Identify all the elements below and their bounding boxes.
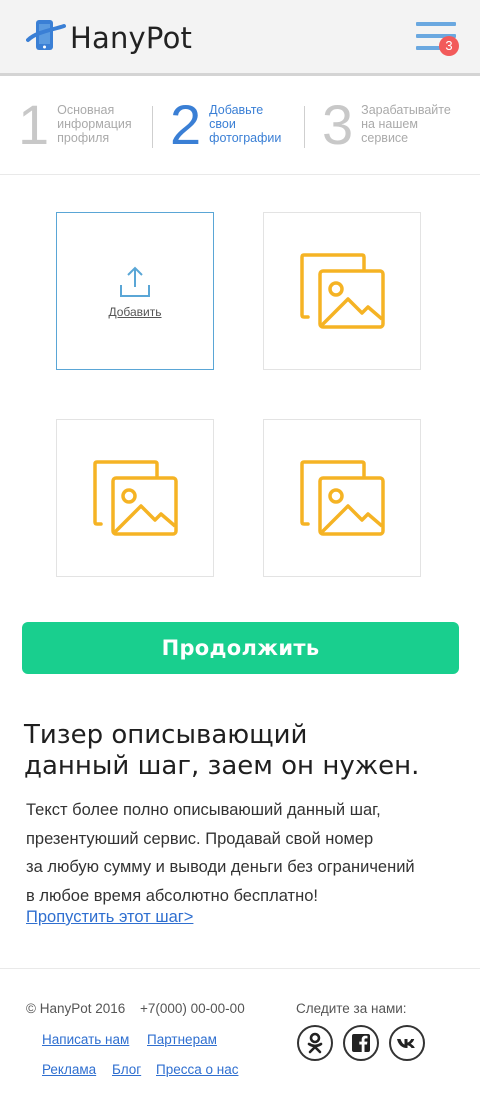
facebook-icon[interactable] [343, 1025, 379, 1061]
image-placeholder-icon [93, 460, 179, 543]
footer-link-partners[interactable]: Партнерам [147, 1032, 217, 1047]
odnoklassniki-icon[interactable] [297, 1025, 333, 1061]
step-label-line: свои [209, 117, 236, 131]
teaser-text-line: презентуюший сервис. Продавай свой номер [26, 829, 374, 848]
skip-step-link[interactable]: Пропустить этот шаг> [26, 908, 193, 927]
steps-progress: 1 Основная информация профиля 2 Добавьте… [0, 79, 480, 175]
photo-slot[interactable] [56, 419, 214, 577]
photo-slot[interactable] [263, 419, 421, 577]
menu-icon [416, 22, 456, 26]
teaser-title-line: Тизер описывающий [24, 720, 308, 750]
notification-badge: 3 [439, 36, 459, 56]
step-number: 1 [18, 93, 50, 156]
step-3: 3 Зарабатывайте на нашем сервисе [322, 97, 451, 153]
step-label: Зарабатывайте на нашем сервисе [361, 103, 451, 145]
image-placeholder-icon [300, 460, 386, 543]
app-header: HanyPot 3 [0, 0, 480, 76]
phone-number: +7(000) 00-00-00 [140, 1001, 245, 1016]
vk-icon[interactable] [389, 1025, 425, 1061]
step-label-line: Основная [57, 103, 115, 117]
upload-icon [118, 265, 152, 304]
step-label: Основная информация профиля [57, 103, 132, 145]
step-number: 2 [170, 93, 202, 156]
image-placeholder-icon [300, 253, 386, 336]
footer-link-contact[interactable]: Написать нам [42, 1032, 129, 1047]
continue-button[interactable]: Продолжить [22, 622, 459, 674]
photo-slot[interactable] [263, 212, 421, 370]
footer: © HanyPot 2016 +7(000) 00-00-00 Написать… [0, 968, 480, 1116]
teaser-text-line: Текст более полно описываюший данный шаг… [26, 801, 381, 819]
teaser-description: Текст более полно описываюший данный шаг… [26, 796, 466, 910]
step-label-line: Зарабатывайте [361, 103, 451, 117]
copyright: © HanyPot 2016 [26, 1001, 126, 1016]
logo[interactable]: HanyPot [26, 14, 192, 62]
step-label-line: профиля [57, 131, 110, 145]
step-label-line: на нашем [361, 117, 418, 131]
logo-phone-icon [26, 18, 66, 58]
menu-button[interactable]: 3 [416, 22, 459, 56]
step-divider [152, 106, 153, 148]
step-label: Добавьте свои фотографии [209, 103, 281, 145]
teaser-text-line: за любую сумму и выводи деньги без огран… [26, 858, 415, 876]
teaser-text-line: в любое время абсолютно бесплатно! [26, 886, 318, 905]
step-number: 3 [322, 93, 354, 156]
footer-link-press[interactable]: Пресса о нас [156, 1062, 238, 1077]
footer-link-ads[interactable]: Реклама [42, 1062, 96, 1077]
teaser-title-line: данный шаг, заем он нужен. [24, 751, 420, 781]
teaser-title: Тизер описывающий данный шаг, заем он ну… [24, 720, 464, 782]
step-label-line: фотографии [209, 131, 282, 145]
footer-link-blog[interactable]: Блог [112, 1062, 141, 1077]
follow-label: Следите за нами: [296, 1001, 407, 1016]
step-divider [304, 106, 305, 148]
step-label-line: сервисе [361, 131, 409, 145]
step-label-line: Добавьте [209, 103, 264, 117]
add-photo-label: Добавить [108, 305, 162, 319]
step-2: 2 Добавьте свои фотографии [170, 97, 281, 153]
step-label-line: информация [57, 117, 132, 131]
add-photo-button[interactable]: Добавить [56, 212, 214, 370]
step-1: 1 Основная информация профиля [18, 97, 132, 153]
logo-text: HanyPot [70, 21, 193, 55]
